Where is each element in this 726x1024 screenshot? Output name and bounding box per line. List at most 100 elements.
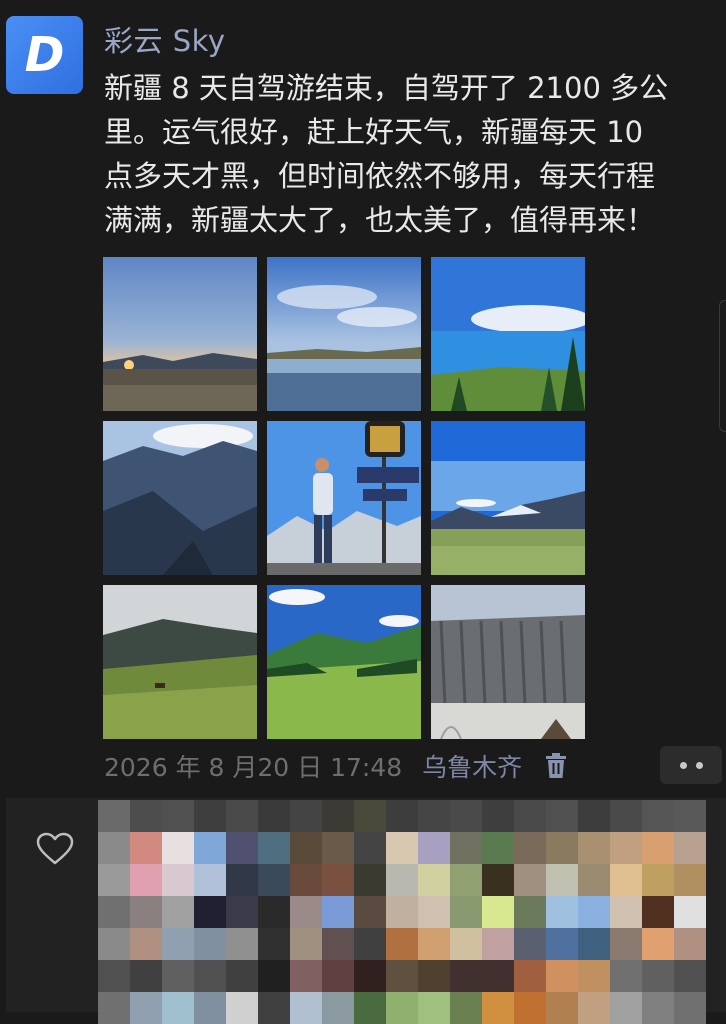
blurred-avatar-tile: [642, 960, 674, 992]
blurred-avatar-tile: [98, 992, 130, 1024]
blurred-avatar-tile: [578, 864, 610, 896]
blurred-avatar-tile: [130, 960, 162, 992]
blurred-avatar-tile: [130, 864, 162, 896]
blurred-avatar-tile: [418, 960, 450, 992]
blurred-avatar-tile: [354, 864, 386, 896]
trash-icon[interactable]: [544, 753, 568, 779]
blurred-avatar-tile: [354, 960, 386, 992]
blurred-avatar-tile: [162, 832, 194, 864]
avatar[interactable]: D: [6, 16, 83, 94]
blurred-avatar-tile: [578, 800, 610, 832]
blurred-avatar-tile: [290, 800, 322, 832]
blurred-avatar-tile: [546, 800, 578, 832]
blurred-avatar-tile: [98, 832, 130, 864]
blurred-avatar-tile: [258, 896, 290, 928]
blurred-avatar-tile: [322, 896, 354, 928]
blurred-avatar-tile: [98, 800, 130, 832]
blurred-avatar-tile: [546, 992, 578, 1024]
blurred-avatar-tile: [290, 864, 322, 896]
blurred-avatar-tile: [98, 928, 130, 960]
blurred-avatar-tile: [514, 896, 546, 928]
blurred-avatar-tile: [130, 896, 162, 928]
blurred-avatar-tile: [450, 864, 482, 896]
blurred-avatar-tile: [642, 864, 674, 896]
blurred-avatar-tile: [322, 864, 354, 896]
blurred-avatar-tile: [386, 832, 418, 864]
blurred-avatar-tile: [450, 960, 482, 992]
blurred-avatar-tile: [514, 864, 546, 896]
blurred-avatar-tile: [578, 928, 610, 960]
blurred-avatar-tile: [546, 832, 578, 864]
blurred-avatar-tile: [194, 800, 226, 832]
blurred-avatar-tile: [482, 864, 514, 896]
blurred-avatar-tile: [642, 992, 674, 1024]
mountain-valley-photo[interactable]: [103, 421, 257, 575]
blurred-avatar-tile: [98, 960, 130, 992]
blurred-avatar-tile: [546, 928, 578, 960]
blurred-avatar-tile: [354, 992, 386, 1024]
blurred-avatar-tile: [194, 896, 226, 928]
blurred-avatar-tile: [354, 832, 386, 864]
blurred-avatar-tile: [514, 960, 546, 992]
lake-reflection-photo[interactable]: [267, 257, 421, 411]
blurred-avatar-tile: [354, 800, 386, 832]
blurred-avatar-tile: [482, 928, 514, 960]
blurred-avatar-tile: [162, 960, 194, 992]
blurred-avatar-tile: [610, 960, 642, 992]
blurred-avatar-tile: [546, 896, 578, 928]
blurred-avatar-tile: [674, 896, 706, 928]
blurred-avatar-tile: [610, 800, 642, 832]
blurred-avatar-tile: [258, 800, 290, 832]
blurred-avatar-tile: [450, 832, 482, 864]
username[interactable]: 彩云 Sky: [104, 18, 226, 60]
blurred-avatar-tile: [642, 928, 674, 960]
blurred-avatar-tile: [482, 960, 514, 992]
canyon-photo[interactable]: [431, 585, 585, 739]
post-meta: 2026 年 8 月20 日 17:48 乌鲁木齐: [104, 748, 568, 784]
blurred-avatar-tile: [226, 800, 258, 832]
blurred-avatar-tile: [258, 832, 290, 864]
blurred-avatar-tile: [386, 960, 418, 992]
blurred-avatar-tile: [642, 800, 674, 832]
blurred-avatar-tile: [130, 992, 162, 1024]
blurred-avatar-tile: [386, 800, 418, 832]
blue-lake-photo[interactable]: [431, 257, 585, 411]
location-link[interactable]: 乌鲁木齐: [422, 748, 522, 784]
blurred-avatar-tile: [226, 960, 258, 992]
grassland-photo[interactable]: [103, 585, 257, 739]
heart-icon[interactable]: [36, 832, 74, 866]
blurred-avatar-tile: [578, 992, 610, 1024]
blurred-avatar-tile: [482, 992, 514, 1024]
blurred-avatar-tile: [194, 928, 226, 960]
blurred-avatar-tile: [642, 832, 674, 864]
blurred-avatar-tile: [514, 928, 546, 960]
blurred-avatar-tile: [386, 896, 418, 928]
blurred-avatar-tile: [610, 992, 642, 1024]
person-sign-photo[interactable]: [267, 421, 421, 575]
blurred-avatar-tile: [418, 928, 450, 960]
blurred-avatar-tile: [258, 960, 290, 992]
blurred-avatar-tile: [546, 960, 578, 992]
blurred-avatar-tile: [578, 832, 610, 864]
meadow-mountains-photo[interactable]: [431, 421, 585, 575]
more-button[interactable]: [660, 746, 722, 784]
blurred-avatar-tile: [674, 864, 706, 896]
photo-grid: [103, 257, 585, 739]
blurred-avatar-tile: [290, 896, 322, 928]
blurred-avatar-tile: [418, 992, 450, 1024]
blurred-avatar-tile: [674, 992, 706, 1024]
blurred-avatar-tile: [450, 992, 482, 1024]
blurred-avatar-tile: [610, 896, 642, 928]
green-hills-photo[interactable]: [267, 585, 421, 739]
blurred-avatar-tile: [162, 800, 194, 832]
blurred-avatar-tile: [418, 896, 450, 928]
blurred-avatar-tile: [482, 800, 514, 832]
blurred-avatar-tile: [322, 992, 354, 1024]
blurred-avatar-tile: [290, 960, 322, 992]
sunset-lake-photo[interactable]: [103, 257, 257, 411]
blurred-avatar-tile: [322, 800, 354, 832]
blurred-avatar-tile: [258, 928, 290, 960]
blurred-avatar-tile: [610, 832, 642, 864]
blurred-avatar-tile: [290, 832, 322, 864]
blurred-avatar-tile: [258, 992, 290, 1024]
